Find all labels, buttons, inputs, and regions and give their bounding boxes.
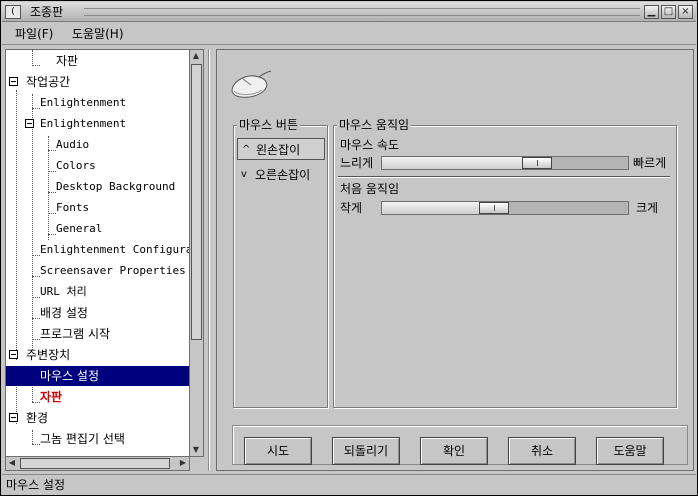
capplet-tree[interactable]: 자판 작업공간 Enlightenment Enlightenment Audio Col… xyxy=(5,49,190,457)
close-button[interactable]: × xyxy=(678,5,693,19)
tree-item[interactable]: 그놈 편집기 선택 xyxy=(6,429,189,449)
mouse-icon xyxy=(231,70,272,98)
tree-item-label: 환경 xyxy=(26,411,49,425)
tree-item[interactable]: 작업공간 xyxy=(6,72,189,92)
threshold-slider[interactable] xyxy=(381,201,629,215)
title-bar[interactable]: ( 조종판 ▁ □ × xyxy=(2,2,696,22)
tree-collapse-icon[interactable] xyxy=(9,350,18,359)
cancel-button[interactable]: 취소 xyxy=(508,437,576,465)
tree-item-label: 프로그램 시작 xyxy=(40,327,111,341)
tree-item[interactable]: 자판 xyxy=(6,51,189,71)
tree-item-label: 그놈 편집기 선택 xyxy=(40,432,125,446)
pane-divider[interactable] xyxy=(208,49,210,471)
tree-item-label: 작업공간 xyxy=(26,75,71,89)
tree-item-label: 주변장치 xyxy=(26,348,71,362)
tree-item-label: 자판 xyxy=(56,54,79,68)
tree-item-label: General xyxy=(56,222,103,235)
tree-item-label: Enlightenment Configurat xyxy=(40,243,190,256)
scroll-left-icon[interactable]: ◀ xyxy=(6,457,18,469)
tree-item[interactable]: Colors xyxy=(6,156,189,176)
maximize-button[interactable]: □ xyxy=(661,5,676,19)
scroll-up-icon[interactable]: ▲ xyxy=(190,50,202,62)
tree-item[interactable]: URL 처리 xyxy=(6,282,189,302)
tree-item-label: 자판 xyxy=(40,390,63,404)
ok-button[interactable]: 확인 xyxy=(420,437,488,465)
tree-item[interactable]: Screensaver Properties xyxy=(6,261,189,281)
tree-item[interactable]: Enlightenment xyxy=(6,93,189,113)
scroll-down-icon[interactable]: ▼ xyxy=(190,444,202,456)
tree-item[interactable]: Enlightenment xyxy=(6,114,189,134)
threshold-min-label: 작게 xyxy=(340,201,363,215)
tree-item-label: Enlightenment xyxy=(40,96,127,109)
menu-help[interactable]: 도움말(H) xyxy=(72,26,124,42)
tree-item[interactable]: 마우스 설정 xyxy=(6,366,189,386)
tree-item-label: 배경 설정 xyxy=(40,306,88,320)
tree-item-label: 마우스 설정 xyxy=(40,369,100,383)
motion-separator xyxy=(338,176,670,178)
left-handed-radio[interactable]: ^ 왼손잡이 xyxy=(237,138,325,160)
tree-item[interactable]: Fonts xyxy=(6,198,189,218)
tree-collapse-icon[interactable] xyxy=(9,77,18,86)
speed-label: 마우스 속도 xyxy=(340,138,400,152)
menu-file[interactable]: 파일(F) xyxy=(15,26,53,42)
tree-vertical-thumb[interactable] xyxy=(191,64,202,340)
tree-item-label: Fonts xyxy=(56,201,90,214)
tree-item[interactable]: General xyxy=(6,219,189,239)
threshold-label: 처음 움직임 xyxy=(340,182,400,196)
title-bar-grip xyxy=(84,8,640,16)
right-handed-radio[interactable]: v 오른손잡이 xyxy=(237,164,325,186)
speed-min-label: 느리게 xyxy=(340,156,374,170)
minimize-button[interactable]: ▁ xyxy=(644,5,659,19)
tree-horizontal-scrollbar[interactable]: ◀ ▶ xyxy=(5,457,190,471)
threshold-max-label: 크게 xyxy=(636,201,659,215)
speed-slider-knob[interactable] xyxy=(522,157,552,169)
tree-collapse-icon[interactable] xyxy=(9,413,18,422)
window-title: 조종판 xyxy=(30,5,64,19)
threshold-slider-knob[interactable] xyxy=(479,202,509,214)
scroll-right-icon[interactable]: ▶ xyxy=(177,457,189,469)
tree-horizontal-thumb[interactable] xyxy=(20,458,170,469)
speed-max-label: 빠르게 xyxy=(633,156,667,170)
mouse-buttons-title: 마우스 버튼 xyxy=(237,118,301,132)
control-center-window: ( 조종판 ▁ □ × 파일(F) 도움말(H) 자판 작업공간 Enlighten… xyxy=(0,0,698,496)
tree-item-label: Enlightenment xyxy=(40,117,127,130)
tree-collapse-icon[interactable] xyxy=(25,119,34,128)
tree-item[interactable]: Audio xyxy=(6,135,189,155)
tree-item[interactable]: 프로그램 시작 xyxy=(6,324,189,344)
tree-item-label: URL 처리 xyxy=(40,285,87,298)
tree-item-label: Audio xyxy=(56,138,90,151)
right-handed-label: 오른손잡이 xyxy=(255,168,311,182)
scrollbar-corner xyxy=(190,457,204,471)
tree-item[interactable]: 자판 xyxy=(6,387,189,407)
radio-indicator-icon: ^ xyxy=(242,144,251,155)
revert-button[interactable]: 되돌리기 xyxy=(332,437,400,465)
left-handed-label: 왼손잡이 xyxy=(256,143,301,157)
tree-item[interactable]: 주변장치 xyxy=(6,345,189,365)
status-bar: 마우스 설정 xyxy=(2,474,696,494)
help-button[interactable]: 도움말 xyxy=(596,437,664,465)
tree-item-label: Screensaver Properties xyxy=(40,264,186,277)
tree-item-label: Colors xyxy=(56,159,96,172)
tree-item[interactable]: Desktop Background xyxy=(6,177,189,197)
speed-slider[interactable] xyxy=(381,156,629,170)
tree-item[interactable]: 환경 xyxy=(6,408,189,428)
radio-indicator-icon: v xyxy=(241,169,247,180)
try-button[interactable]: 시도 xyxy=(244,437,312,465)
window-menu-button[interactable]: ( xyxy=(5,5,21,19)
menu-bar: 파일(F) 도움말(H) xyxy=(2,23,696,45)
mouse-motion-title: 마우스 움직임 xyxy=(337,118,412,132)
tree-item[interactable]: Enlightenment Configurat xyxy=(6,240,189,260)
tree-item[interactable]: 배경 설정 xyxy=(6,303,189,323)
tree-item-label: Desktop Background xyxy=(56,180,176,193)
tree-vertical-scrollbar[interactable]: ▲ ▼ xyxy=(190,49,204,457)
